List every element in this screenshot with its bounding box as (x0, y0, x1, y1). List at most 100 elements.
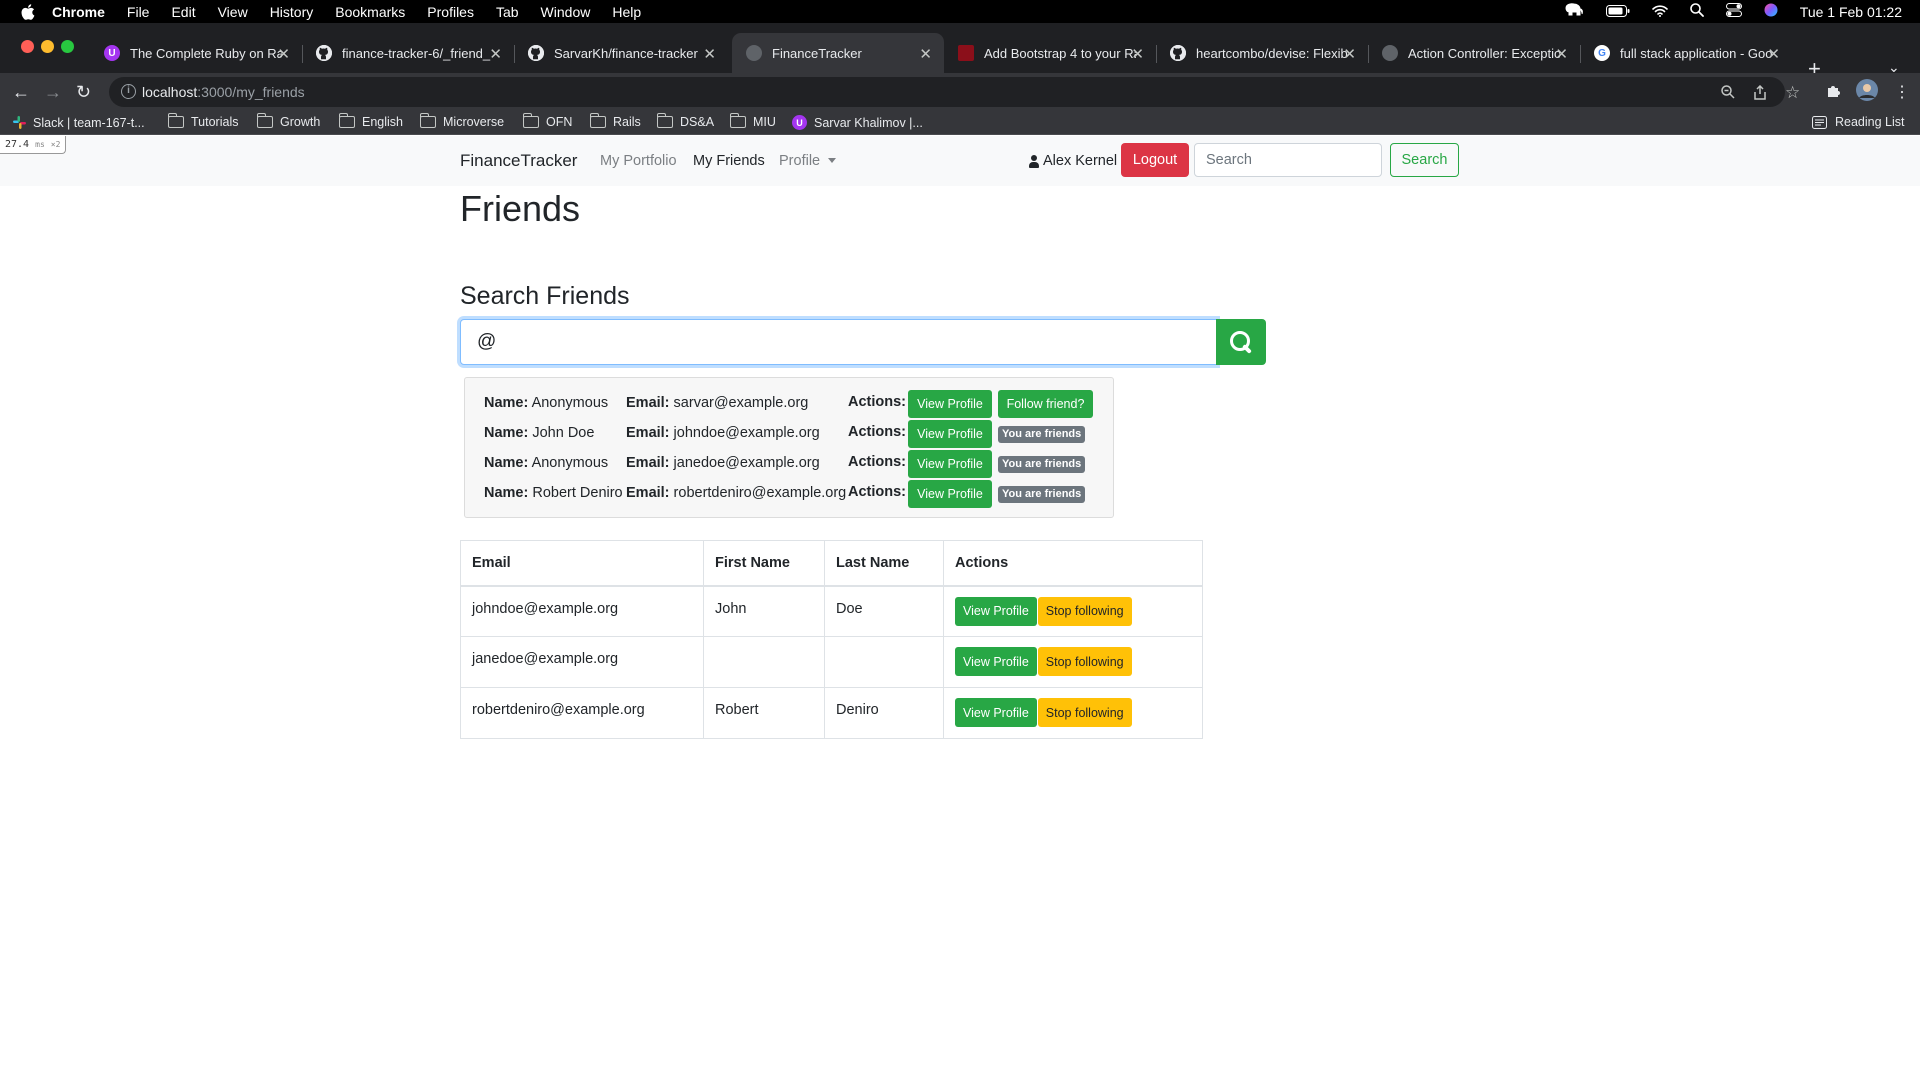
browser-tab-friend-partial[interactable]: finance-tracker-6/_friend_ ✕ (302, 33, 514, 73)
folder-icon (419, 113, 436, 128)
view-profile-button[interactable]: View Profile (908, 420, 992, 448)
mini-profiler-badge[interactable]: 27.4 ms ×2 (0, 136, 67, 154)
bookmark-folder-dsa[interactable]: DS&A (656, 113, 714, 129)
friend-search-input[interactable]: @ (460, 319, 1217, 365)
menu-view[interactable]: View (218, 4, 248, 20)
browser-tab-financetracker[interactable]: FinanceTracker ✕ (732, 33, 944, 73)
bookmark-folder-microverse[interactable]: Microverse (419, 113, 504, 129)
github-icon (528, 45, 544, 61)
forward-arrow-icon[interactable]: → (44, 82, 62, 103)
window-minimize-button[interactable] (41, 40, 54, 53)
menu-help[interactable]: Help (612, 4, 641, 20)
udemy-icon: U (104, 45, 120, 61)
browser-tab-bootstrap[interactable]: Add Bootstrap 4 to your Rai ✕ (944, 33, 1156, 73)
bookmark-folder-english[interactable]: English (338, 113, 403, 129)
globe-icon (1382, 45, 1398, 61)
view-profile-button[interactable]: View Profile (955, 647, 1037, 676)
logout-button[interactable]: Logout (1121, 143, 1189, 177)
nav-link-my-portfolio[interactable]: My Portfolio (600, 153, 677, 169)
friend-search-button[interactable] (1216, 319, 1266, 365)
search-result-row: Name: Robert Deniro Email: robertdeniro@… (465, 479, 1115, 509)
cell-last-name (824, 636, 944, 688)
spotlight-icon[interactable] (1689, 3, 1704, 20)
cell-first-name: Robert (703, 687, 825, 739)
bookmark-folder-ofn[interactable]: OFN (522, 113, 572, 129)
close-icon[interactable]: ✕ (1343, 45, 1356, 63)
close-icon[interactable]: ✕ (1767, 45, 1780, 63)
zoom-icon[interactable] (1721, 85, 1735, 102)
extensions-icon[interactable] (1826, 82, 1842, 103)
url-text[interactable]: localhost:3000/my_friends (142, 84, 305, 100)
navbar-search-input[interactable]: Search (1194, 143, 1382, 177)
menu-app-name[interactable]: Chrome (52, 4, 105, 20)
share-icon[interactable] (1753, 84, 1767, 103)
current-user: Alex Kernel (1028, 153, 1117, 169)
menu-window[interactable]: Window (541, 4, 591, 20)
udemy-icon: U (792, 115, 807, 130)
bookmark-folder-miu[interactable]: MIU (729, 113, 776, 129)
info-icon[interactable]: i (121, 84, 136, 99)
reading-list-button[interactable]: Reading List (1812, 115, 1905, 129)
elephant-icon[interactable] (1564, 3, 1584, 20)
folder-icon (589, 113, 606, 128)
browser-tab-devise[interactable]: heartcombo/devise: Flexible ✕ (1156, 33, 1368, 73)
star-icon[interactable]: ☆ (1785, 83, 1800, 103)
bookmark-folder-growth[interactable]: Growth (256, 113, 320, 129)
bookmark-folder-tutorials[interactable]: Tutorials (167, 113, 238, 129)
stop-following-button[interactable]: Stop following (1037, 647, 1132, 676)
menu-bookmarks[interactable]: Bookmarks (335, 4, 405, 20)
nav-link-my-friends[interactable]: My Friends (693, 153, 765, 169)
view-profile-button[interactable]: View Profile (908, 390, 992, 418)
stop-following-button[interactable]: Stop following (1037, 698, 1132, 727)
cell-email: johndoe@example.org (460, 585, 704, 637)
browser-tab-ruby-course[interactable]: U The Complete Ruby on Rails ✕ (90, 33, 302, 73)
result-email: Email: johndoe@example.org (626, 425, 820, 441)
wifi-icon[interactable] (1651, 4, 1668, 20)
menubar-clock[interactable]: Tue 1 Feb 01:22 (1800, 4, 1902, 20)
control-center-icon[interactable] (1725, 3, 1742, 20)
navbar-brand[interactable]: FinanceTracker (460, 151, 577, 171)
close-icon[interactable]: ✕ (277, 45, 290, 63)
view-profile-button[interactable]: View Profile (955, 596, 1037, 626)
apple-icon[interactable] (20, 3, 36, 20)
menu-tab[interactable]: Tab (496, 4, 519, 20)
result-actions-label: Actions: (848, 484, 906, 500)
browser-tab-action-controller[interactable]: Action Controller: Exceptio ✕ (1368, 33, 1580, 73)
menu-history[interactable]: History (270, 4, 314, 20)
nav-dropdown-profile[interactable]: Profile (779, 153, 837, 169)
table-row: johndoe@example.org John Doe View Profil… (460, 585, 1203, 637)
view-profile-button[interactable]: View Profile (955, 698, 1037, 727)
view-profile-button[interactable]: View Profile (908, 480, 992, 508)
more-menu-icon[interactable]: ⋮ (1894, 82, 1910, 102)
navbar-search-button[interactable]: Search (1390, 143, 1459, 177)
view-profile-button[interactable]: View Profile (908, 450, 992, 478)
window-close-button[interactable] (21, 40, 34, 53)
globe-icon (746, 45, 762, 61)
window-zoom-button[interactable] (61, 40, 74, 53)
menu-edit[interactable]: Edit (171, 4, 195, 20)
bookmark-profile[interactable]: U Sarvar Khalimov |... (792, 115, 923, 130)
close-icon[interactable]: ✕ (919, 45, 932, 63)
avatar[interactable] (1856, 79, 1878, 106)
stop-following-button[interactable]: Stop following (1037, 596, 1132, 626)
browser-tab-google[interactable]: G full stack application - Goo ✕ (1580, 33, 1792, 73)
close-icon[interactable]: ✕ (1555, 45, 1568, 63)
browser-tab-github-repo[interactable]: SarvarKh/finance-tracker ✕ (514, 33, 728, 73)
menu-profiles[interactable]: Profiles (427, 4, 474, 20)
reload-icon[interactable]: ↻ (76, 82, 91, 103)
close-icon[interactable]: ✕ (703, 45, 716, 63)
bookmark-slack[interactable]: Slack | team-167-t... (12, 115, 145, 130)
close-icon[interactable]: ✕ (1131, 45, 1144, 63)
tab-title: finance-tracker-6/_friend_ (342, 45, 491, 61)
menu-file[interactable]: File (127, 4, 150, 20)
follow-friend-button[interactable]: Follow friend? (998, 390, 1093, 418)
github-icon (316, 45, 332, 61)
tab-title: heartcombo/devise: Flexible (1196, 45, 1348, 61)
close-icon[interactable]: ✕ (489, 45, 502, 63)
siri-icon[interactable] (1764, 3, 1778, 20)
back-arrow-icon[interactable]: ← (12, 82, 30, 103)
battery-icon[interactable] (1605, 4, 1630, 20)
bookmark-folder-rails[interactable]: Rails (589, 113, 641, 129)
browser-tab-strip: U The Complete Ruby on Rails ✕ finance-t… (0, 23, 1920, 81)
address-bar[interactable]: i localhost:3000/my_friends ☆ (109, 77, 1800, 107)
